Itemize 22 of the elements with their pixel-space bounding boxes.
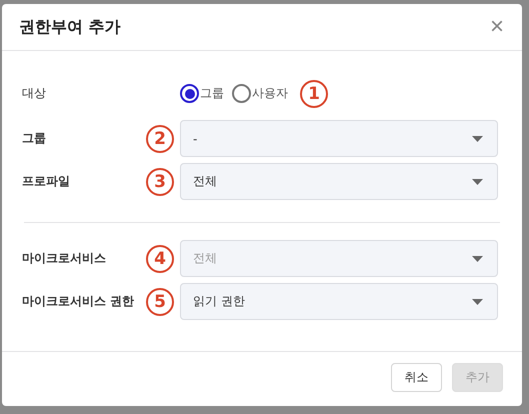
- dropdown-caret-icon: [472, 178, 483, 184]
- dropdown-caret-icon: [472, 256, 483, 262]
- dropdown-caret-icon: [472, 298, 483, 304]
- dialog-title: 권한부여 추가: [19, 16, 121, 38]
- callout-number: 5: [146, 288, 174, 316]
- callout-number: 4: [146, 244, 174, 272]
- field-label: 대상: [22, 85, 47, 102]
- dialog-button[interactable]: 취소: [391, 362, 442, 392]
- select-field[interactable]: -: [180, 120, 498, 157]
- select-field[interactable]: 전체: [180, 163, 498, 200]
- select-field[interactable]: 읽기 권한: [180, 283, 498, 320]
- field-label: 마이크로서비스: [22, 250, 107, 267]
- close-button[interactable]: ×: [490, 15, 504, 39]
- field-label: 프로파일: [22, 173, 71, 190]
- radio-option[interactable]: 사용자: [232, 84, 288, 103]
- callout-number: 2: [146, 124, 174, 152]
- dropdown-caret-icon: [472, 136, 483, 142]
- callout-number: 3: [146, 168, 174, 196]
- callout-number: 1: [300, 80, 328, 108]
- field-label: 마이크로서비스 권한: [22, 293, 136, 310]
- radio-option[interactable]: 그룹: [180, 84, 224, 103]
- field-label: 그룹: [22, 130, 47, 147]
